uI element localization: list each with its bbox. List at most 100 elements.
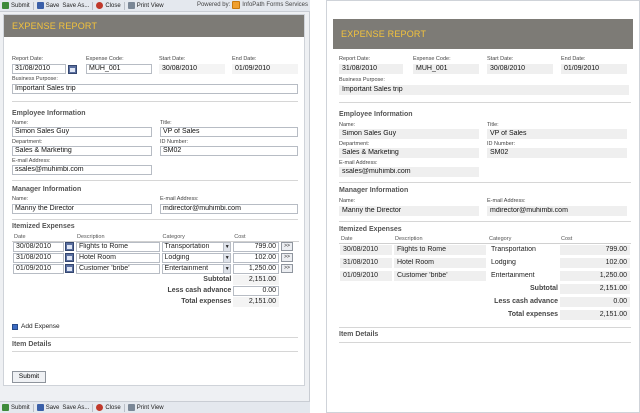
push-cell: >> xyxy=(280,252,299,263)
category-value: Entertainment xyxy=(491,271,535,279)
manager-section-heading: Manager Information xyxy=(12,186,82,193)
subtotal-cell: 2,151.00 xyxy=(559,282,631,295)
toolbar-separator xyxy=(123,1,125,10)
department-field[interactable]: Sales & Marketing xyxy=(12,146,152,156)
category-select[interactable]: Transportation ▼ xyxy=(161,241,232,252)
toolbar-print-view-button[interactable]: Print View xyxy=(127,404,164,411)
category-cell: Transportation ▼ xyxy=(161,241,233,252)
description-cell: Customer 'bribe' xyxy=(393,269,487,282)
cost-value: 799.00 xyxy=(560,244,630,255)
toolbar-separator xyxy=(92,1,94,10)
toolbar-close-button[interactable]: Close xyxy=(96,2,121,9)
business-purpose-label: Business Purpose: xyxy=(12,76,58,82)
business-purpose-field[interactable]: Important Sales trip xyxy=(12,84,298,94)
divider xyxy=(339,327,631,328)
toolbar-submit-button[interactable]: Submit xyxy=(2,2,30,9)
calendar-icon[interactable] xyxy=(65,242,74,252)
manager-name-label: Name: xyxy=(12,196,29,202)
total-value: 2,151.00 xyxy=(560,309,630,320)
column-header-cost: Cost xyxy=(232,233,281,242)
employee-title-label: Title: xyxy=(487,122,499,128)
column-header-cost: Cost xyxy=(559,235,631,244)
calendar-icon[interactable] xyxy=(68,65,77,74)
subtotal-label: Subtotal xyxy=(203,276,232,283)
advance-field[interactable]: 0.00 xyxy=(233,285,280,296)
toolbar-submit-button[interactable]: Submit xyxy=(2,404,30,411)
employee-name-value: Simon Sales Guy xyxy=(339,129,479,139)
cost-cell: 102.00 xyxy=(232,252,280,263)
submit-button[interactable]: Submit xyxy=(12,371,46,383)
employee-section-heading: Employee Information xyxy=(12,110,86,117)
table-row: 31/08/2010 Hotel Room Lodging ▼ 102.00 >> xyxy=(12,252,299,263)
category-cell: Lodging ▼ xyxy=(161,252,233,263)
push-details-button[interactable]: >> xyxy=(281,264,294,273)
divider xyxy=(12,101,298,102)
toolbar-close-button[interactable]: Close xyxy=(96,404,121,411)
employee-name-field[interactable]: Simon Sales Guy xyxy=(12,127,152,137)
toolbar-separator xyxy=(92,403,94,412)
push-details-button[interactable]: >> xyxy=(281,253,294,262)
date-cell: 31/08/2010 xyxy=(339,256,393,269)
id-number-field[interactable]: SM02 xyxy=(160,146,298,156)
form-title: EXPENSE REPORT xyxy=(12,21,98,31)
start-date-value: 30/08/2010 xyxy=(487,64,553,74)
toolbar-save-as-button[interactable]: Save As... xyxy=(62,3,89,9)
employee-email-field[interactable]: ssales@muhimbi.com xyxy=(12,165,152,175)
manager-email-label: E-mail Address: xyxy=(487,198,526,204)
save-icon xyxy=(36,2,44,9)
toolbar-save-button[interactable]: Save xyxy=(36,404,59,411)
total-label: Total expenses xyxy=(507,311,558,318)
description-field[interactable]: Flights to Rome xyxy=(76,241,160,252)
category-cell: Entertainment ▼ xyxy=(161,263,233,274)
start-date-label: Start Date: xyxy=(159,56,186,62)
cost-cell: 102.00 xyxy=(559,256,631,269)
category-select[interactable]: Entertainment ▼ xyxy=(161,263,232,274)
cost-field[interactable]: 1,250.00 xyxy=(233,263,280,274)
divider xyxy=(339,342,631,343)
report-date-field[interactable]: 31/08/2010 xyxy=(12,64,66,74)
report-date-label: Report Date: xyxy=(339,56,371,62)
toolbar-print-view-button[interactable]: Print View xyxy=(127,2,164,9)
calendar-icon[interactable] xyxy=(65,264,74,273)
description-field[interactable]: Hotel Room xyxy=(76,252,160,263)
business-purpose-label: Business Purpose: xyxy=(339,77,385,83)
expense-date-value: 01/09/2010 xyxy=(340,270,392,281)
cost-field[interactable]: 102.00 xyxy=(233,252,280,263)
submit-icon xyxy=(2,2,9,9)
top-toolbar: Submit Save Save As... Close Print View … xyxy=(0,0,310,12)
toolbar-separator xyxy=(123,403,125,412)
end-date-label: End Date: xyxy=(561,56,586,62)
column-header-date: Date xyxy=(12,233,75,242)
calendar-icon[interactable] xyxy=(65,253,74,262)
table-row: 31/08/2010 Hotel Room Lodging 102.00 xyxy=(339,256,631,269)
employee-title-field[interactable]: VP of Sales xyxy=(160,127,298,137)
cost-field[interactable]: 799.00 xyxy=(233,241,280,252)
expense-code-field[interactable]: MUH_001 xyxy=(86,64,152,74)
push-cell: >> xyxy=(280,241,299,252)
toolbar-save-as-button[interactable]: Save As... xyxy=(62,405,89,411)
add-expense-link[interactable]: Add Expense xyxy=(12,323,60,330)
expenses-section-heading: Itemized Expenses xyxy=(12,223,75,230)
table-header-row: Date Description Category Cost xyxy=(339,235,631,244)
column-header-category: Category xyxy=(160,233,233,242)
push-details-button[interactable]: >> xyxy=(281,242,294,252)
manager-email-field[interactable]: mdirector@muhimbi.com xyxy=(160,204,298,214)
description-field[interactable]: Customer 'bribe' xyxy=(76,263,160,274)
subtotal-label: Subtotal xyxy=(530,285,558,292)
expense-date-field[interactable]: 01/09/2010 xyxy=(13,263,64,274)
id-number-value: SM02 xyxy=(487,148,627,158)
employee-title-label: Title: xyxy=(160,120,172,126)
date-cell: 31/08/2010 xyxy=(12,252,75,263)
manager-name-field[interactable]: Manny the Director xyxy=(12,204,152,214)
toolbar-save-button[interactable]: Save xyxy=(36,2,59,9)
description-cell: Customer 'bribe' xyxy=(75,263,161,274)
cost-cell: 799.00 xyxy=(232,241,280,252)
expense-date-field[interactable]: 30/08/2010 xyxy=(13,241,64,252)
manager-email-label: E-mail Address: xyxy=(160,196,199,202)
category-select[interactable]: Lodging ▼ xyxy=(161,252,232,263)
expense-date-field[interactable]: 31/08/2010 xyxy=(13,252,64,263)
column-header-description: Description xyxy=(75,233,161,242)
employee-email-label: E-mail Address: xyxy=(339,160,378,166)
manager-name-label: Name: xyxy=(339,198,356,204)
subtotal-row: Subtotal 2,151.00 xyxy=(12,274,299,285)
